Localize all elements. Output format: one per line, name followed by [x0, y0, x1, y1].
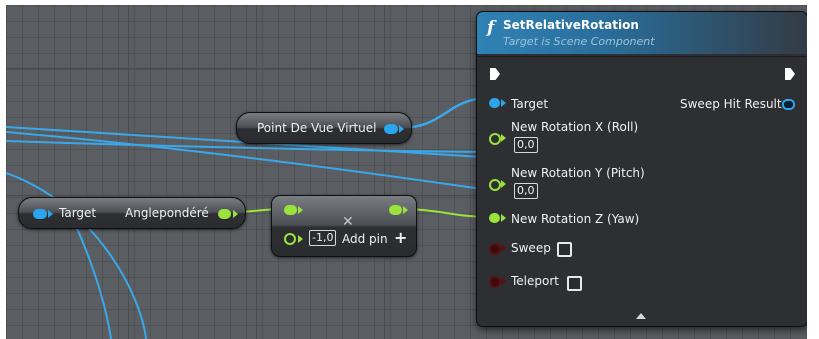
node-label: Point De Vue Virtuel [257, 121, 377, 135]
set-relative-rotation-node[interactable]: f SetRelativeRotation Target is Scene Co… [476, 11, 807, 327]
exec-output-pin[interactable] [785, 68, 795, 80]
add-pin-icon[interactable]: + [394, 228, 407, 247]
target-pin-label: Target [511, 97, 549, 111]
sweep-hit-result-label: Sweep Hit Result [680, 97, 782, 111]
pin-arrow-icon [399, 125, 404, 133]
function-icon: f [487, 18, 495, 38]
pin-arrow-icon [48, 210, 53, 218]
header-divider [477, 56, 807, 57]
input-pin-a[interactable] [284, 205, 297, 215]
rotation-z-label: New Rotation Z (Yaw) [511, 212, 640, 226]
target-label: Target [59, 206, 97, 220]
remove-pin-icon[interactable]: ✕ [342, 214, 354, 230]
output-pin[interactable] [218, 209, 231, 219]
collapse-arrow-icon[interactable] [636, 313, 646, 319]
teleport-label: Teleport [511, 274, 559, 288]
pin-arrow-icon [501, 99, 506, 107]
rotation-y-value-field[interactable]: 0,0 [514, 183, 538, 199]
add-operator-node[interactable]: -1,0 ✕ Add pin + [271, 195, 417, 257]
pin-arrow-icon [233, 210, 238, 218]
pin-arrow-icon [501, 214, 506, 222]
output-pin[interactable] [384, 124, 398, 134]
target-pin[interactable] [33, 209, 47, 219]
rotation-x-value-field[interactable]: 0,0 [514, 137, 538, 153]
input-b-value-field[interactable]: -1,0 [309, 230, 337, 246]
sweep-checkbox[interactable] [557, 242, 572, 257]
rotation-y-label: New Rotation Y (Pitch) [511, 166, 645, 180]
teleport-pin[interactable] [489, 276, 501, 288]
pin-arrow-icon [501, 134, 506, 142]
output-label: Anglepondéré [125, 206, 209, 220]
sweep-pin[interactable] [489, 243, 501, 255]
node-header[interactable]: f SetRelativeRotation Target is Scene Co… [477, 12, 807, 54]
node-title: SetRelativeRotation [503, 18, 639, 32]
pin-arrow-icon [501, 180, 506, 188]
rotation-z-pin[interactable] [489, 213, 500, 223]
exec-input-pin[interactable] [490, 68, 500, 80]
pin-arrow-icon [403, 206, 408, 214]
rotation-y-pin[interactable] [489, 179, 501, 191]
target-input-pin[interactable] [489, 98, 500, 108]
teleport-checkbox[interactable] [567, 276, 582, 291]
add-pin-label[interactable]: Add pin [342, 232, 388, 246]
sweep-hit-result-pin[interactable] [782, 99, 795, 110]
pin-arrow-icon [298, 235, 303, 243]
sweep-label: Sweep [511, 241, 551, 255]
point-de-vue-virtuel-node[interactable]: Point De Vue Virtuel [236, 112, 412, 144]
output-pin[interactable] [389, 205, 402, 215]
variable-get-node[interactable]: Target Anglepondéré [18, 197, 246, 229]
rotation-x-pin[interactable] [489, 133, 501, 145]
blueprint-graph-canvas[interactable]: Point De Vue Virtuel Target Anglepondéré… [6, 5, 807, 339]
pin-arrow-icon [501, 244, 506, 252]
input-pin-b[interactable] [284, 233, 296, 245]
node-subtitle: Target is Scene Component [503, 35, 655, 48]
pin-arrow-icon [298, 206, 303, 214]
rotation-x-label: New Rotation X (Roll) [511, 120, 639, 134]
pin-arrow-icon [501, 277, 506, 285]
